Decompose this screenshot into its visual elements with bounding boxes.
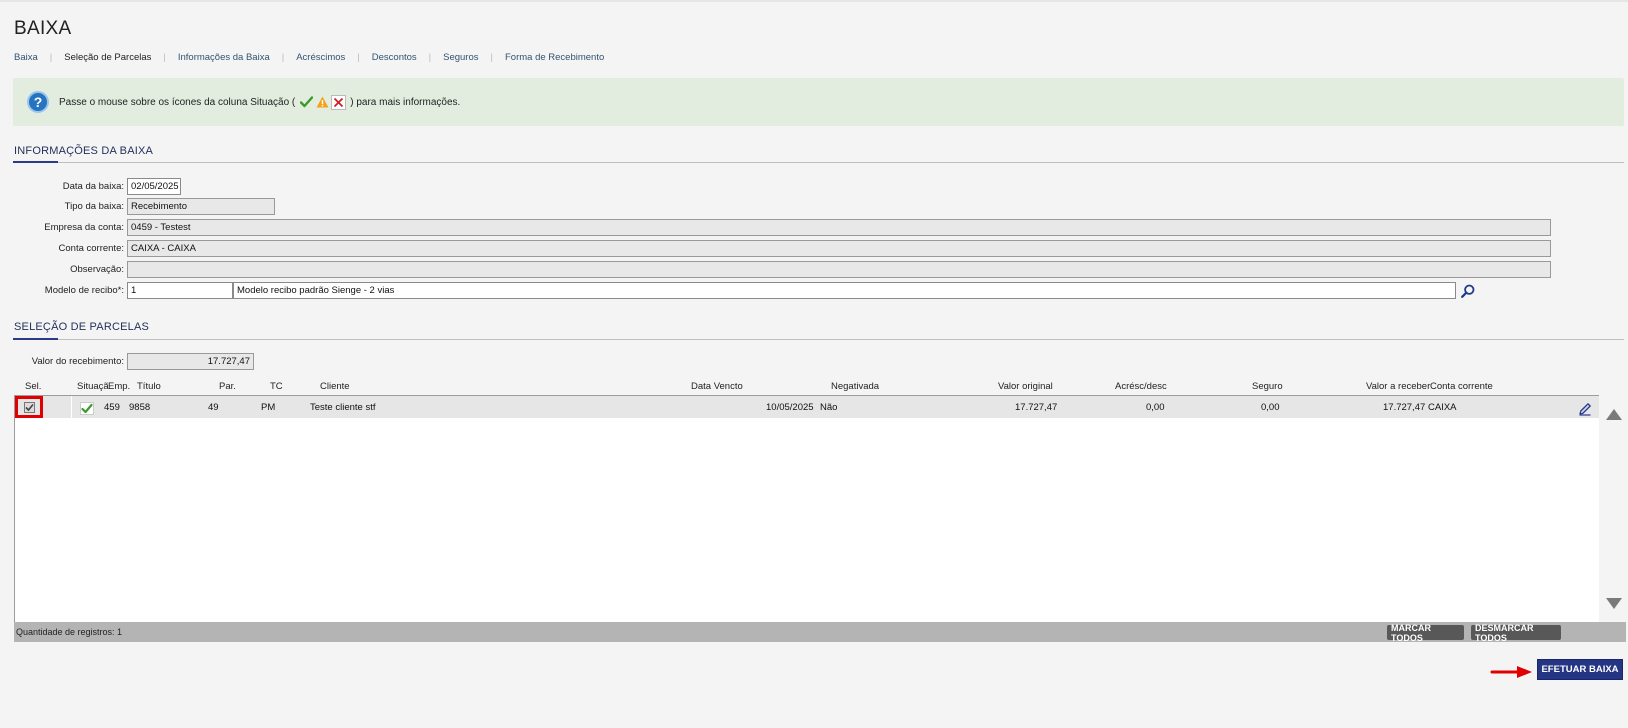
breadcrumb-seguros[interactable]: Seguros: [443, 52, 478, 63]
record-count: Quantidade de registros: 1: [16, 627, 123, 637]
breadcrumb-separator: |: [357, 52, 360, 63]
col-header-conta[interactable]: Conta corrente: [1430, 381, 1493, 392]
valor-recebimento-field: 17.727,47: [127, 353, 254, 370]
empresa-conta-field[interactable]: 0459 - Testest: [127, 219, 1551, 236]
info-text: Passe o mouse sobre os ícones da coluna …: [59, 94, 461, 110]
form-row-data: Data da baixa: 02/05/2025: [0, 178, 181, 195]
warning-icon: [315, 95, 329, 109]
form-row-observacao: Observação:: [0, 261, 1551, 278]
tipo-baixa-field[interactable]: Recebimento: [127, 198, 275, 215]
row-tc: PM: [261, 402, 276, 413]
col-header-situacao[interactable]: Situaçã: [77, 381, 109, 392]
conta-corrente-field[interactable]: CAIXA - CAIXA: [127, 240, 1551, 257]
row-negativada: Não: [820, 402, 838, 413]
breadcrumb-descontos[interactable]: Descontos: [372, 52, 417, 63]
efetuar-baixa-button[interactable]: EFETUAR BAIXA: [1537, 659, 1623, 680]
breadcrumb-separator: |: [428, 52, 432, 63]
row-valor-receber: 17.727,47: [1383, 402, 1426, 413]
row-vencto: 10/05/2025: [766, 402, 814, 413]
search-icon[interactable]: [1461, 284, 1475, 298]
arrow-right-icon: [1490, 666, 1532, 678]
info-text-after: ) para mais informações.: [350, 96, 461, 108]
form-row-conta: Conta corrente: CAIXA - CAIXA: [0, 240, 1551, 257]
row-valor-original: 17.727,47: [1015, 402, 1058, 413]
breadcrumb-baixa[interactable]: Baixa: [14, 52, 38, 63]
col-header-acresc[interactable]: Acrésc/desc: [1115, 381, 1167, 392]
breadcrumb-forma-recebimento[interactable]: Forma de Recebimento: [505, 52, 604, 63]
row-par: 49: [208, 402, 219, 413]
scroll-down-arrow-icon[interactable]: [1606, 598, 1622, 609]
breadcrumb-separator: |: [281, 52, 285, 63]
conta-corrente-label: Conta corrente:: [58, 243, 124, 254]
tipo-baixa-label: Tipo da baixa:: [64, 201, 124, 212]
col-header-titulo[interactable]: Título: [137, 381, 161, 392]
info-banner: ? Passe o mouse sobre os ícones da colun…: [13, 78, 1624, 126]
col-header-valor-original[interactable]: Valor original: [998, 381, 1053, 392]
desmarcar-todos-button[interactable]: DESMARCAR TODOS: [1471, 623, 1561, 643]
x-icon: [331, 94, 347, 110]
grid-header: Sel. Situaçã Emp. Título Par. TC Cliente…: [14, 381, 1626, 395]
table-row[interactable]: 459 9858 49 PM Teste cliente stf 10/05/2…: [15, 396, 1600, 418]
data-baixa-field[interactable]: 02/05/2025: [127, 178, 181, 195]
grid-footer: Quantidade de registros: 1 MARCAR TODOS …: [14, 622, 1626, 643]
col-header-cliente[interactable]: Cliente: [320, 381, 350, 392]
breadcrumb-separator: |: [490, 52, 493, 63]
row-emp: 459: [104, 402, 120, 413]
col-header-emp[interactable]: Emp.: [108, 381, 130, 392]
section-divider: [13, 161, 1624, 163]
observacao-field[interactable]: [127, 261, 1551, 278]
col-header-sel[interactable]: Sel.: [25, 381, 41, 392]
form-row-empresa: Empresa da conta: 0459 - Testest: [0, 219, 1551, 236]
form-row-modelo: Modelo de recibo*: 1 Modelo recibo padrã…: [0, 282, 1475, 299]
grid-scrollbar[interactable]: [1599, 395, 1626, 623]
form-row-valor: Valor do recebimento: 17.727,47: [0, 353, 254, 370]
row-seguro: 0,00: [1261, 402, 1280, 413]
observacao-label: Observação:: [70, 264, 124, 275]
info-text-before: Passe o mouse sobre os ícones da coluna …: [59, 96, 296, 108]
row-titulo: 9858: [129, 402, 151, 413]
col-header-vencto[interactable]: Data Vencto: [691, 381, 743, 392]
section-title-informacoes: INFORMAÇÕES DA BAIXA: [14, 145, 154, 157]
section-title-selecao: SELEÇÃO DE PARCELAS: [14, 321, 150, 333]
row-cliente: Teste cliente stf: [310, 402, 376, 413]
parcelas-grid: 459 9858 49 PM Teste cliente stf 10/05/2…: [14, 395, 1612, 623]
col-header-valor-receber[interactable]: Valor a receber: [1366, 381, 1430, 392]
data-baixa-label: Data da baixa:: [62, 181, 124, 192]
check-icon[interactable]: [80, 402, 94, 418]
breadcrumb-informacoes-baixa[interactable]: Informações da Baixa: [178, 52, 270, 63]
modelo-recibo-desc-field[interactable]: Modelo recibo padrão Sienge - 2 vias: [233, 282, 1456, 299]
empresa-conta-label: Empresa da conta:: [44, 222, 124, 233]
scroll-up-arrow-icon[interactable]: [1606, 409, 1622, 420]
col-header-tc[interactable]: TC: [270, 381, 283, 392]
col-header-par[interactable]: Par.: [219, 381, 236, 392]
top-border: [0, 0, 1628, 2]
check-icon: [299, 95, 313, 109]
col-header-seguro[interactable]: Seguro: [1252, 381, 1283, 392]
row-select-checkbox[interactable]: [23, 401, 35, 413]
breadcrumb-separator: |: [49, 52, 53, 63]
row-acresc: 0,00: [1146, 402, 1165, 413]
modelo-recibo-label: Modelo de recibo*:: [44, 285, 124, 296]
breadcrumb-separator: |: [163, 52, 166, 63]
breadcrumb-selecao-parcelas[interactable]: Seleção de Parcelas: [64, 52, 151, 63]
edit-pencil-icon[interactable]: [1578, 402, 1592, 416]
help-icon: ?: [27, 91, 49, 113]
marcar-todos-button[interactable]: MARCAR TODOS: [1387, 623, 1464, 643]
row-select-cell[interactable]: [15, 396, 43, 418]
modelo-recibo-code-field[interactable]: 1: [127, 282, 233, 299]
row-situacao-cell: [71, 396, 102, 418]
valor-recebimento-label: Valor do recebimento:: [31, 356, 124, 367]
page-title: BAIXA: [14, 18, 72, 39]
section-divider: [13, 338, 1624, 340]
situacao-icons: [299, 94, 347, 110]
breadcrumb: Baixa | Seleção de Parcelas | Informaçõe…: [14, 52, 604, 63]
row-conta: CAIXA: [1428, 402, 1457, 413]
col-header-negativada[interactable]: Negativada: [831, 381, 879, 392]
form-row-tipo: Tipo da baixa: Recebimento: [0, 198, 275, 215]
breadcrumb-acrescimos[interactable]: Acréscimos: [296, 52, 345, 63]
